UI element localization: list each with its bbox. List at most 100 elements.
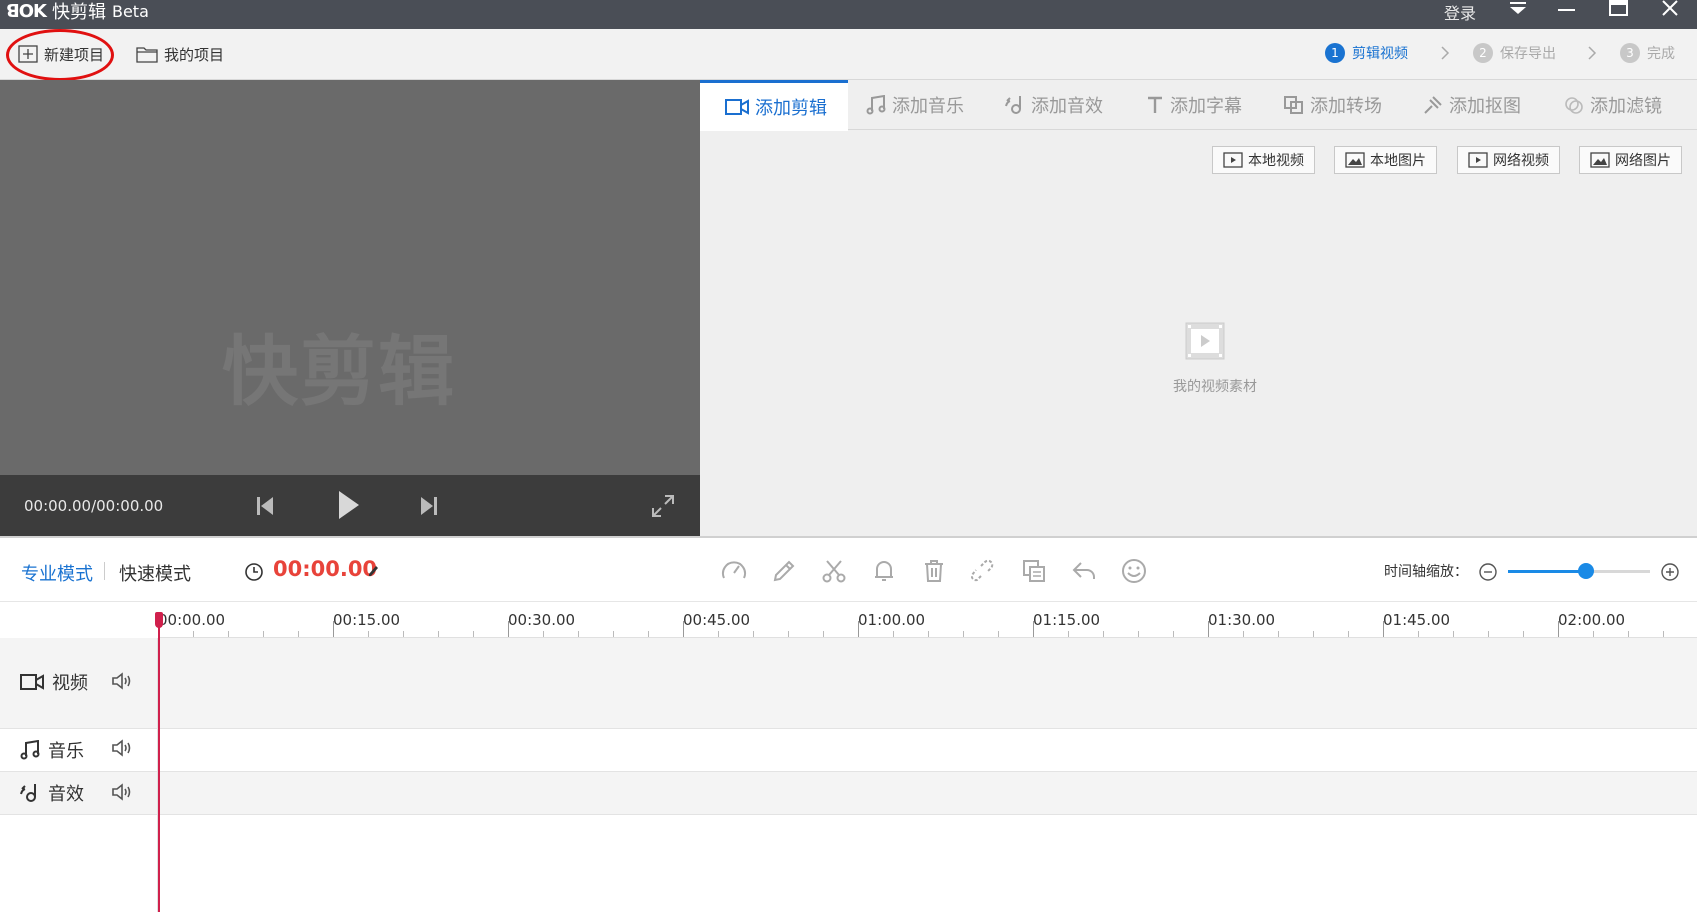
ruler-minor-tick — [1173, 631, 1174, 637]
app-name: 快剪辑 — [51, 2, 106, 23]
ruler-minor-tick — [1138, 631, 1139, 637]
timeline[interactable]: 00:00.00 00:15.00 00:30.00 00:45.00 01:00.00… — [0, 602, 1697, 912]
play-icon[interactable] — [338, 490, 360, 520]
step-save-export: 2 保存导出 — [1473, 43, 1556, 63]
timeline-zoom-label: 时间轴缩放： — [1384, 564, 1468, 580]
fullscreen-icon[interactable] — [651, 494, 675, 518]
ruler-tick-label: 00:30.00 — [508, 611, 576, 629]
ruler-tick-label: 01:15.00 — [1033, 611, 1101, 629]
ruler-minor-tick — [473, 631, 474, 637]
app-logo: ꓭOK 快剪辑 Beta — [6, 0, 149, 24]
ruler-minor-tick — [823, 631, 824, 637]
ruler-minor-tick — [298, 631, 299, 637]
ruler-minor-tick — [228, 631, 229, 637]
ruler-tick-label: 00:45.00 — [683, 611, 751, 629]
tab-add-music[interactable]: 添加音乐 — [866, 80, 964, 130]
speaker-icon[interactable] — [111, 783, 133, 801]
bell-icon[interactable] — [871, 558, 897, 584]
track-label: 视频 — [52, 673, 88, 694]
source-label: 本地图片 — [1370, 153, 1426, 169]
media-tabs: 添加剪辑 添加音乐 添加音效 添加字幕 添加转场 添加抠图 添加滤镜 — [700, 80, 1697, 131]
previous-frame-icon[interactable] — [256, 496, 274, 516]
mode-divider — [104, 562, 105, 580]
source-label: 网络图片 — [1615, 153, 1671, 169]
ruler-minor-tick — [263, 631, 264, 637]
time-ruler[interactable]: 00:00.00 00:15.00 00:30.00 00:45.00 01:00.00… — [158, 602, 1697, 638]
tab-label: 添加滤镜 — [1590, 96, 1662, 117]
sticker-icon[interactable] — [1121, 558, 1147, 584]
local-image-button[interactable]: 本地图片 — [1334, 146, 1437, 174]
title-bar: ꓭOK 快剪辑 Beta 登录 — [0, 0, 1697, 29]
ruler-minor-tick — [368, 631, 369, 637]
player-timecode: 00:00.00/00:00.00 — [24, 497, 164, 515]
login-link[interactable]: 登录 — [1444, 0, 1476, 24]
copy-icon[interactable] — [1021, 558, 1047, 584]
tab-label: 添加字幕 — [1170, 96, 1242, 117]
chevron-right-icon — [1587, 45, 1597, 61]
tab-add-subtitle[interactable]: 添加字幕 — [1146, 80, 1242, 130]
local-video-button[interactable]: 本地视频 — [1212, 146, 1315, 174]
video-camera-icon — [725, 98, 749, 116]
ruler-minor-tick — [613, 631, 614, 637]
web-video-button[interactable]: 网络视频 — [1457, 146, 1560, 174]
menu-dropdown-icon[interactable] — [1500, 0, 1536, 22]
ruler-minor-tick — [1453, 631, 1454, 637]
tab-add-filter[interactable]: 添加滤镜 — [1564, 80, 1662, 130]
music-note-icon — [20, 740, 40, 760]
maximize-icon[interactable] — [1600, 0, 1636, 22]
sound-effect-icon — [1005, 95, 1025, 115]
zoom-out-icon[interactable] — [1478, 562, 1498, 582]
tab-label: 添加音效 — [1031, 96, 1103, 117]
preview-watermark: 快剪辑 — [222, 327, 456, 416]
ruler-minor-tick — [1243, 631, 1244, 637]
ruler-minor-tick — [788, 631, 789, 637]
source-label: 网络视频 — [1493, 153, 1549, 169]
speaker-icon[interactable] — [111, 672, 133, 690]
step-edit-video: 1 剪辑视频 — [1325, 43, 1408, 63]
clock-icon — [244, 562, 264, 582]
tab-add-transition[interactable]: 添加转场 — [1284, 80, 1382, 130]
video-preview: 快剪辑 — [0, 80, 700, 475]
ruler-minor-tick — [1523, 631, 1524, 637]
pencil-icon[interactable] — [771, 558, 797, 584]
tab-add-clip[interactable]: 添加剪辑 — [700, 80, 848, 131]
ruler-minor-tick — [718, 631, 719, 637]
sound-effect-track-row[interactable] — [0, 772, 1697, 815]
folder-icon — [136, 45, 158, 63]
tab-add-cutout[interactable]: 添加抠图 — [1423, 80, 1521, 130]
my-projects-button[interactable]: 我的项目 — [136, 42, 224, 66]
playhead-handle[interactable] — [155, 612, 163, 628]
zoom-slider-handle[interactable] — [1578, 563, 1595, 579]
ruler-minor-tick — [1488, 631, 1489, 637]
speaker-icon[interactable] — [111, 739, 133, 757]
video-camera-icon — [20, 673, 44, 691]
track-label: 音乐 — [48, 741, 84, 762]
step-number: 2 — [1473, 43, 1493, 63]
ruler-minor-tick — [578, 631, 579, 637]
beta-badge: Beta — [111, 1, 149, 21]
current-time: 00:00.00 — [273, 557, 378, 581]
tab-add-sound-effect[interactable]: 添加音效 — [1005, 80, 1103, 130]
minimize-icon[interactable] — [1548, 0, 1584, 22]
playhead-line[interactable] — [158, 612, 160, 912]
ruler-minor-tick — [1348, 631, 1349, 637]
music-track-row[interactable] — [0, 729, 1697, 772]
scissors-icon[interactable] — [821, 558, 847, 584]
web-image-button[interactable]: 网络图片 — [1579, 146, 1682, 174]
close-icon[interactable] — [1652, 0, 1688, 22]
speed-icon[interactable] — [721, 558, 747, 584]
ruler-tick-label: 02:00.00 — [1558, 611, 1626, 629]
quick-mode-tab[interactable]: 快速模式 — [119, 560, 191, 586]
ruler-minor-tick — [998, 631, 999, 637]
delete-icon[interactable] — [921, 558, 947, 584]
unlink-icon[interactable] — [971, 558, 997, 584]
local-image-icon — [1345, 152, 1365, 168]
source-label: 本地视频 — [1248, 153, 1304, 169]
zoom-in-icon[interactable] — [1660, 562, 1680, 582]
undo-icon[interactable] — [1071, 558, 1097, 584]
edit-time-icon[interactable] — [367, 563, 381, 577]
pro-mode-tab[interactable]: 专业模式 — [21, 560, 93, 586]
filter-icon — [1564, 95, 1584, 115]
video-track-row[interactable] — [0, 638, 1697, 729]
next-frame-icon[interactable] — [420, 496, 438, 516]
